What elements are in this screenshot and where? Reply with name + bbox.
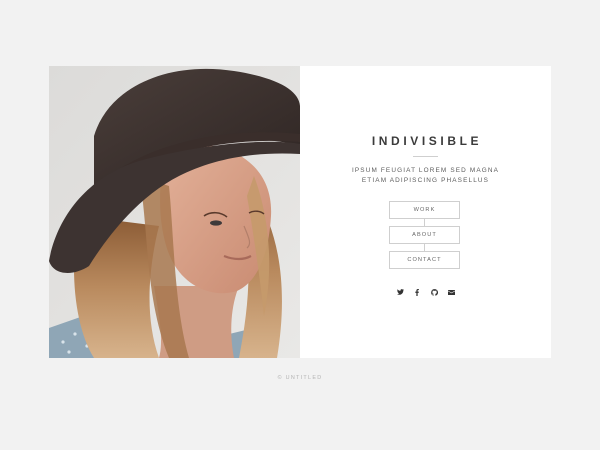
tagline: IPSUM FEUGIAT LOREM SED MAGNA ETIAM ADIP… [300, 166, 551, 186]
facebook-icon[interactable] [413, 288, 421, 296]
nav-contact-button[interactable]: CONTACT [389, 251, 460, 269]
nav-connector [424, 244, 425, 251]
intro-panel: INDIVISIBLE IPSUM FEUGIAT LOREM SED MAGN… [300, 66, 551, 358]
title-divider [413, 156, 438, 157]
social-links [300, 288, 551, 296]
tagline-line-1: IPSUM FEUGIAT LOREM SED MAGNA [351, 167, 500, 174]
github-icon[interactable] [430, 288, 438, 296]
tagline-line-2: ETIAM ADIPISCING PHASELLUS [361, 177, 490, 184]
page: INDIVISIBLE IPSUM FEUGIAT LOREM SED MAGN… [0, 0, 600, 450]
nav-connector [424, 219, 425, 226]
portrait-photo [49, 66, 300, 358]
twitter-icon[interactable] [396, 288, 404, 296]
nav-work-button[interactable]: WORK [389, 201, 460, 219]
main-nav: WORK ABOUT CONTACT [389, 201, 460, 269]
envelope-icon[interactable] [447, 288, 455, 296]
footer-credit: © UNTITLED [277, 375, 323, 381]
site-title: INDIVISIBLE [371, 134, 483, 148]
nav-about-button[interactable]: ABOUT [389, 226, 460, 244]
profile-card: INDIVISIBLE IPSUM FEUGIAT LOREM SED MAGN… [49, 66, 551, 358]
